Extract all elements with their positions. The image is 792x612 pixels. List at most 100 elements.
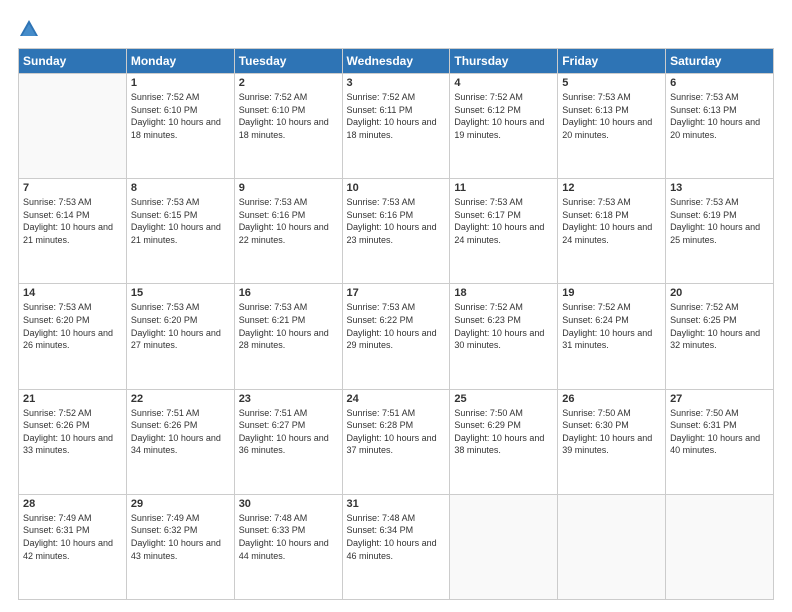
calendar-week-row: 1 Sunrise: 7:52 AMSunset: 6:10 PMDaylight… xyxy=(19,74,774,179)
day-info: Sunrise: 7:53 AMSunset: 6:16 PMDaylight:… xyxy=(239,196,338,246)
day-number: 30 xyxy=(239,498,338,510)
day-number: 11 xyxy=(454,182,553,194)
day-info: Sunrise: 7:53 AMSunset: 6:16 PMDaylight:… xyxy=(347,196,446,246)
day-info: Sunrise: 7:53 AMSunset: 6:22 PMDaylight:… xyxy=(347,301,446,351)
calendar-cell: 15Sunrise: 7:53 AMSunset: 6:20 PMDayligh… xyxy=(126,284,234,389)
day-number: 8 xyxy=(131,182,230,194)
calendar-cell: 19 Sunrise: 7:52 AMSunset: 6:24 PMDayligh… xyxy=(558,284,666,389)
calendar-cell: 26 Sunrise: 7:50 AMSunset: 6:30 PMDayligh… xyxy=(558,389,666,494)
day-number: 20 xyxy=(670,287,769,299)
day-number: 31 xyxy=(347,498,446,510)
calendar-week-row: 14 Sunrise: 7:53 AMSunset: 6:20 PMDayligh… xyxy=(19,284,774,389)
calendar-cell: 22Sunrise: 7:51 AMSunset: 6:26 PMDayligh… xyxy=(126,389,234,494)
day-info: Sunrise: 7:51 AMSunset: 6:28 PMDaylight:… xyxy=(347,407,446,457)
day-number: 7 xyxy=(23,182,122,194)
day-number: 24 xyxy=(347,393,446,405)
day-number: 23 xyxy=(239,393,338,405)
calendar-cell xyxy=(450,494,558,599)
day-info: Sunrise: 7:48 AMSunset: 6:33 PMDaylight:… xyxy=(239,512,338,562)
day-number: 2 xyxy=(239,77,338,89)
day-number: 12 xyxy=(562,182,661,194)
day-number: 1 xyxy=(131,77,230,89)
day-number: 26 xyxy=(562,393,661,405)
calendar-cell: 23 Sunrise: 7:51 AMSunset: 6:27 PMDayligh… xyxy=(234,389,342,494)
day-number: 28 xyxy=(23,498,122,510)
day-info: Sunrise: 7:53 AMSunset: 6:19 PMDaylight:… xyxy=(670,196,769,246)
calendar-header: SundayMondayTuesdayWednesdayThursdayFrid… xyxy=(19,49,774,74)
calendar-cell: 18Sunrise: 7:52 AMSunset: 6:23 PMDayligh… xyxy=(450,284,558,389)
day-number: 18 xyxy=(454,287,553,299)
day-info: Sunrise: 7:52 AMSunset: 6:12 PMDaylight:… xyxy=(454,91,553,141)
day-info: Sunrise: 7:53 AMSunset: 6:15 PMDaylight:… xyxy=(131,196,230,246)
calendar-week-row: 21 Sunrise: 7:52 AMSunset: 6:26 PMDayligh… xyxy=(19,389,774,494)
day-number: 14 xyxy=(23,287,122,299)
calendar-cell: 30 Sunrise: 7:48 AMSunset: 6:33 PMDayligh… xyxy=(234,494,342,599)
calendar-cell: 27Sunrise: 7:50 AMSunset: 6:31 PMDayligh… xyxy=(666,389,774,494)
calendar-cell: 20 Sunrise: 7:52 AMSunset: 6:25 PMDayligh… xyxy=(666,284,774,389)
header-cell: Wednesday xyxy=(342,49,450,74)
day-info: Sunrise: 7:50 AMSunset: 6:30 PMDaylight:… xyxy=(562,407,661,457)
day-number: 5 xyxy=(562,77,661,89)
calendar-page: SundayMondayTuesdayWednesdayThursdayFrid… xyxy=(0,0,792,612)
day-info: Sunrise: 7:52 AMSunset: 6:25 PMDaylight:… xyxy=(670,301,769,351)
day-info: Sunrise: 7:52 AMSunset: 6:24 PMDaylight:… xyxy=(562,301,661,351)
day-number: 6 xyxy=(670,77,769,89)
header-cell: Tuesday xyxy=(234,49,342,74)
day-info: Sunrise: 7:50 AMSunset: 6:29 PMDaylight:… xyxy=(454,407,553,457)
day-info: Sunrise: 7:52 AMSunset: 6:10 PMDaylight:… xyxy=(239,91,338,141)
calendar-cell: 3Sunrise: 7:52 AMSunset: 6:11 PMDaylight… xyxy=(342,74,450,179)
calendar-cell: 5 Sunrise: 7:53 AMSunset: 6:13 PMDaylight… xyxy=(558,74,666,179)
calendar-cell: 2 Sunrise: 7:52 AMSunset: 6:10 PMDaylight… xyxy=(234,74,342,179)
calendar-cell: 4 Sunrise: 7:52 AMSunset: 6:12 PMDaylight… xyxy=(450,74,558,179)
calendar-cell: 17 Sunrise: 7:53 AMSunset: 6:22 PMDayligh… xyxy=(342,284,450,389)
header-cell: Friday xyxy=(558,49,666,74)
header-row: SundayMondayTuesdayWednesdayThursdayFrid… xyxy=(19,49,774,74)
calendar-cell: 13Sunrise: 7:53 AMSunset: 6:19 PMDayligh… xyxy=(666,179,774,284)
day-info: Sunrise: 7:53 AMSunset: 6:13 PMDaylight:… xyxy=(562,91,661,141)
day-number: 29 xyxy=(131,498,230,510)
day-info: Sunrise: 7:51 AMSunset: 6:27 PMDaylight:… xyxy=(239,407,338,457)
day-number: 3 xyxy=(347,77,446,89)
calendar-cell xyxy=(19,74,127,179)
day-number: 9 xyxy=(239,182,338,194)
calendar-cell: 31Sunrise: 7:48 AMSunset: 6:34 PMDayligh… xyxy=(342,494,450,599)
day-number: 19 xyxy=(562,287,661,299)
logo xyxy=(18,18,44,40)
calendar-cell: 25 Sunrise: 7:50 AMSunset: 6:29 PMDayligh… xyxy=(450,389,558,494)
calendar-table: SundayMondayTuesdayWednesdayThursdayFrid… xyxy=(18,48,774,600)
calendar-cell: 28 Sunrise: 7:49 AMSunset: 6:31 PMDayligh… xyxy=(19,494,127,599)
calendar-week-row: 28 Sunrise: 7:49 AMSunset: 6:31 PMDayligh… xyxy=(19,494,774,599)
calendar-cell: 12Sunrise: 7:53 AMSunset: 6:18 PMDayligh… xyxy=(558,179,666,284)
header-cell: Saturday xyxy=(666,49,774,74)
calendar-week-row: 7Sunrise: 7:53 AMSunset: 6:14 PMDaylight… xyxy=(19,179,774,284)
day-info: Sunrise: 7:53 AMSunset: 6:17 PMDaylight:… xyxy=(454,196,553,246)
day-info: Sunrise: 7:53 AMSunset: 6:21 PMDaylight:… xyxy=(239,301,338,351)
day-info: Sunrise: 7:49 AMSunset: 6:31 PMDaylight:… xyxy=(23,512,122,562)
calendar-cell: 29Sunrise: 7:49 AMSunset: 6:32 PMDayligh… xyxy=(126,494,234,599)
day-number: 15 xyxy=(131,287,230,299)
day-number: 4 xyxy=(454,77,553,89)
day-number: 17 xyxy=(347,287,446,299)
logo-icon xyxy=(18,18,40,40)
day-number: 22 xyxy=(131,393,230,405)
calendar-cell: 10 Sunrise: 7:53 AMSunset: 6:16 PMDayligh… xyxy=(342,179,450,284)
header-cell: Sunday xyxy=(19,49,127,74)
calendar-cell: 16Sunrise: 7:53 AMSunset: 6:21 PMDayligh… xyxy=(234,284,342,389)
calendar-cell xyxy=(558,494,666,599)
day-number: 10 xyxy=(347,182,446,194)
calendar-cell: 1Sunrise: 7:52 AMSunset: 6:10 PMDaylight… xyxy=(126,74,234,179)
calendar-cell: 8 Sunrise: 7:53 AMSunset: 6:15 PMDaylight… xyxy=(126,179,234,284)
day-info: Sunrise: 7:53 AMSunset: 6:13 PMDaylight:… xyxy=(670,91,769,141)
day-number: 25 xyxy=(454,393,553,405)
calendar-cell: 11 Sunrise: 7:53 AMSunset: 6:17 PMDayligh… xyxy=(450,179,558,284)
day-info: Sunrise: 7:53 AMSunset: 6:20 PMDaylight:… xyxy=(23,301,122,351)
calendar-cell: 6 Sunrise: 7:53 AMSunset: 6:13 PMDaylight… xyxy=(666,74,774,179)
calendar-cell xyxy=(666,494,774,599)
day-number: 21 xyxy=(23,393,122,405)
calendar-cell: 21 Sunrise: 7:52 AMSunset: 6:26 PMDayligh… xyxy=(19,389,127,494)
day-info: Sunrise: 7:52 AMSunset: 6:26 PMDaylight:… xyxy=(23,407,122,457)
calendar-cell: 9 Sunrise: 7:53 AMSunset: 6:16 PMDaylight… xyxy=(234,179,342,284)
calendar-cell: 7Sunrise: 7:53 AMSunset: 6:14 PMDaylight… xyxy=(19,179,127,284)
calendar-cell: 14 Sunrise: 7:53 AMSunset: 6:20 PMDayligh… xyxy=(19,284,127,389)
day-info: Sunrise: 7:50 AMSunset: 6:31 PMDaylight:… xyxy=(670,407,769,457)
